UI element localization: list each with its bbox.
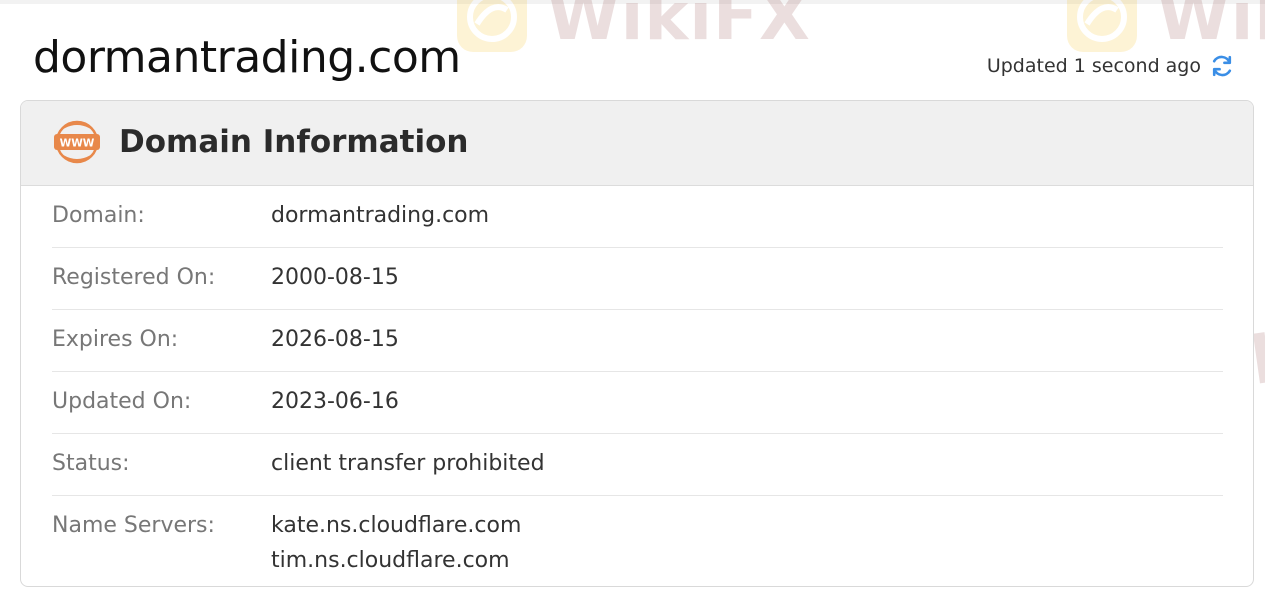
watermark-text: WikiFX: [1157, 0, 1265, 55]
refresh-icon[interactable]: [1209, 53, 1235, 79]
watermark: WikiFX: [455, 0, 811, 55]
row-label: Expires On:: [52, 327, 179, 352]
card-header: WWW Domain Information: [21, 101, 1253, 186]
info-row-status: Status: client transfer prohibited: [52, 434, 1223, 496]
name-server-2: tim.ns.cloudflare.com: [271, 548, 510, 573]
wikifx-logo-icon: [1067, 0, 1137, 52]
row-value: 2000-08-15: [271, 265, 399, 290]
updated-status: Updated 1 second ago: [987, 52, 1235, 80]
info-row-registered-on: Registered On: 2000-08-15: [52, 248, 1223, 310]
www-icon: WWW: [54, 120, 100, 164]
name-server-1: kate.ns.cloudflare.com: [271, 513, 522, 538]
watermark-text: WikiFX: [547, 0, 811, 55]
row-label: Name Servers:: [52, 513, 215, 538]
page-title: dormantrading.com: [33, 32, 461, 83]
top-border: [0, 0, 1265, 4]
svg-text:WWW: WWW: [60, 138, 95, 150]
wikifx-logo-icon: [457, 0, 527, 52]
row-label: Domain:: [52, 203, 145, 228]
row-value: 2026-08-15: [271, 327, 399, 352]
info-row-name-servers: Name Servers: kate.ns.cloudflare.com tim…: [52, 496, 1223, 586]
row-label: Updated On:: [52, 389, 192, 414]
row-value: dormantrading.com: [271, 203, 490, 228]
info-row-updated-on: Updated On: 2023-06-16: [52, 372, 1223, 434]
domain-info-list: Domain: dormantrading.com Registered On:…: [52, 186, 1223, 586]
row-label: Registered On:: [52, 265, 216, 290]
row-label: Status:: [52, 451, 130, 476]
card-title: Domain Information: [119, 124, 469, 160]
row-value: client transfer prohibited: [271, 451, 545, 476]
info-row-domain: Domain: dormantrading.com: [52, 186, 1223, 248]
row-value: 2023-06-16: [271, 389, 399, 414]
info-row-expires-on: Expires On: 2026-08-15: [52, 310, 1223, 372]
watermark: WikiFX: [1065, 0, 1265, 55]
domain-info-card: WWW Domain Information Domain: dormantra…: [20, 100, 1254, 587]
updated-text: Updated 1 second ago: [986, 55, 1201, 77]
